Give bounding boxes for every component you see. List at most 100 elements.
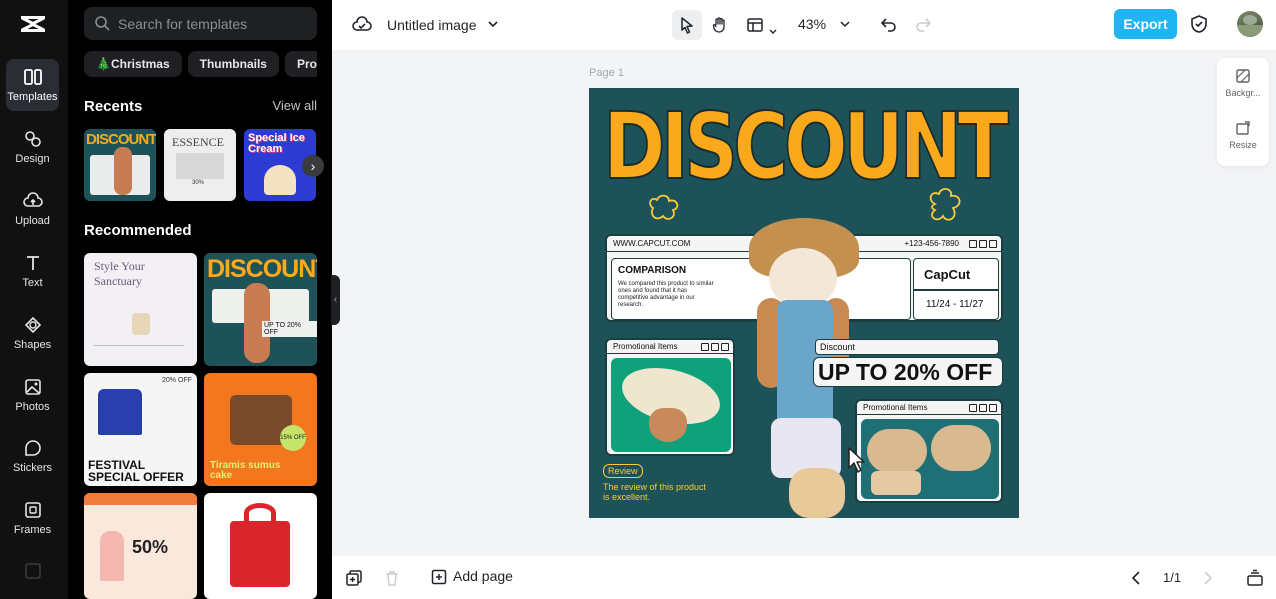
delete-page-icon[interactable]	[383, 569, 401, 587]
recommended-title: Recommended	[84, 222, 192, 239]
hand-icon	[712, 17, 725, 33]
templates-icon	[23, 69, 42, 85]
more-apps-icon[interactable]	[24, 562, 42, 580]
rail-item-design[interactable]: Design	[6, 121, 59, 173]
comparison-title: COMPARISON	[618, 265, 687, 276]
sandals-photo	[861, 419, 999, 499]
collapse-panel-handle[interactable]: ‹	[331, 275, 340, 325]
side-tool-label: Backgr...	[1225, 88, 1261, 98]
promo-window-right: Promotional Items	[855, 399, 1003, 503]
upload-icon	[22, 192, 43, 207]
promo-window-left: Promotional Items	[605, 338, 735, 456]
chip-christmas[interactable]: 🎄Christmas	[84, 51, 182, 77]
select-tool-button[interactable]	[672, 10, 702, 40]
search-box[interactable]	[84, 7, 317, 40]
thumb-text: Style Your Sanctuary	[94, 259, 145, 288]
rail-label: Upload	[15, 215, 50, 227]
promo-label-2: Promotional Items	[863, 403, 928, 412]
hat-photo	[611, 358, 731, 452]
chip-thumbnails[interactable]: Thumbnails	[187, 51, 279, 77]
document-title[interactable]: Untitled image	[387, 17, 477, 33]
layout-icon	[747, 18, 763, 32]
search-input[interactable]	[118, 7, 308, 40]
hand-tool-button[interactable]	[705, 10, 735, 40]
view-all-link[interactable]: View all	[272, 98, 317, 113]
rail-label: Shapes	[13, 339, 52, 351]
duplicate-page-icon[interactable]	[345, 569, 363, 587]
recent-template-2[interactable]: ESSENCE 30%	[164, 129, 236, 201]
user-avatar[interactable]	[1237, 11, 1263, 37]
promo-label: Promotional Items	[613, 342, 678, 351]
recommended-template-4[interactable]: 15% OFF Tiramis sumus cake	[204, 373, 317, 486]
design-phone: +123-456-7890	[904, 239, 960, 248]
rail-item-upload[interactable]: Upload	[6, 183, 59, 235]
capcut-logo-icon[interactable]	[18, 10, 48, 40]
discount-window: Discount UP TO 20% OFF	[813, 339, 1003, 387]
bottom-bar: Add page 1/1	[332, 556, 1276, 599]
window-titlebar: Promotional Items	[607, 340, 733, 354]
review-text: The review of this product is excellent.	[603, 482, 707, 502]
thumb-sub: 15% OFF	[280, 425, 306, 451]
recommended-template-2[interactable]: DISCOUNT UP TO 20% OFF	[204, 253, 317, 366]
canvas-side-tools: Backgr... Resize	[1217, 58, 1269, 166]
design-brand: CapCut	[924, 267, 971, 282]
rail-item-templates[interactable]: Templates	[6, 59, 59, 111]
zoom-chevron-down-icon[interactable]	[839, 18, 851, 30]
thumb-text: DISCOUNT	[86, 131, 156, 148]
design-artboard[interactable]: DISCOUNT WWW.CAPCUT.COM +123-456-7890 CO…	[589, 88, 1019, 518]
stickers-icon	[24, 440, 41, 456]
recent-template-1[interactable]: DISCOUNT	[84, 129, 156, 201]
thumb-text: Special Ice Cream	[248, 132, 305, 155]
undo-icon[interactable]	[880, 15, 898, 33]
rail-item-stickers[interactable]: Stickers	[6, 430, 59, 482]
search-icon	[95, 16, 110, 31]
rail-label: Stickers	[12, 462, 53, 474]
recommended-template-1[interactable]: Style Your Sanctuary	[84, 253, 197, 366]
rail-label: Frames	[13, 524, 52, 536]
add-page-icon	[431, 569, 447, 585]
design-dates: 11/24 - 11/27	[926, 299, 984, 310]
recents-next-button[interactable]: ›	[302, 155, 324, 177]
page-counter: 1/1	[1163, 570, 1182, 585]
next-page-icon[interactable]	[1198, 569, 1216, 587]
discount-label: Discount	[815, 339, 999, 355]
design-url: WWW.CAPCUT.COM	[613, 239, 691, 248]
thumb-sub: 20% OFF	[162, 377, 192, 384]
rail-item-shapes[interactable]: Shapes	[6, 307, 59, 359]
zoom-level[interactable]: 43%	[798, 16, 826, 32]
design-icon	[24, 131, 41, 147]
rail-label: Design	[15, 153, 50, 165]
flower-doodle-icon	[649, 194, 679, 220]
category-chips: 🎄ChristmasThumbnailsProd	[84, 51, 317, 77]
chevron-down-icon[interactable]	[486, 17, 500, 31]
recommended-template-6[interactable]	[204, 493, 317, 599]
chip-products[interactable]: Prod	[284, 51, 317, 77]
recommended-template-5[interactable]: 50%	[84, 493, 197, 599]
side-tool-label: Resize	[1229, 140, 1257, 150]
rail-item-frames[interactable]: Frames	[6, 492, 59, 544]
redo-icon[interactable]	[914, 15, 932, 33]
top-toolbar: Untitled image 43% Export	[332, 0, 1276, 50]
thumb-text: 50%	[132, 537, 169, 557]
export-button[interactable]: Export	[1114, 9, 1177, 39]
background-button[interactable]: Backgr...	[1217, 62, 1269, 108]
rail-item-text[interactable]: Text	[6, 245, 59, 297]
add-page-label: Add page	[453, 568, 513, 584]
rail-label: Photos	[15, 401, 50, 413]
pages-panel-icon[interactable]	[1246, 569, 1264, 587]
rail-item-photos[interactable]: Photos	[6, 369, 59, 421]
comparison-body: We compared this product to similar ones…	[618, 281, 714, 308]
review-label: Review	[603, 464, 643, 478]
recommended-template-3[interactable]: 20% OFF FESTIVAL SPECIAL OFFER	[84, 373, 197, 486]
layout-tool-button[interactable]	[742, 10, 782, 40]
prev-page-icon[interactable]	[1128, 569, 1146, 587]
thumb-sub: 30%	[192, 180, 205, 186]
brand-box: CapCut 11/24 - 11/27	[913, 258, 999, 320]
add-page-button[interactable]: Add page	[431, 568, 513, 585]
rail-label: Text	[22, 277, 43, 289]
resize-button[interactable]: Resize	[1217, 114, 1269, 160]
left-rail: Templates Design Upload Text Shapes Phot…	[0, 0, 68, 599]
thumb-text: DISCOUNT	[207, 255, 317, 283]
recents-title: Recents	[84, 98, 143, 115]
shield-check-icon[interactable]	[1189, 14, 1209, 34]
